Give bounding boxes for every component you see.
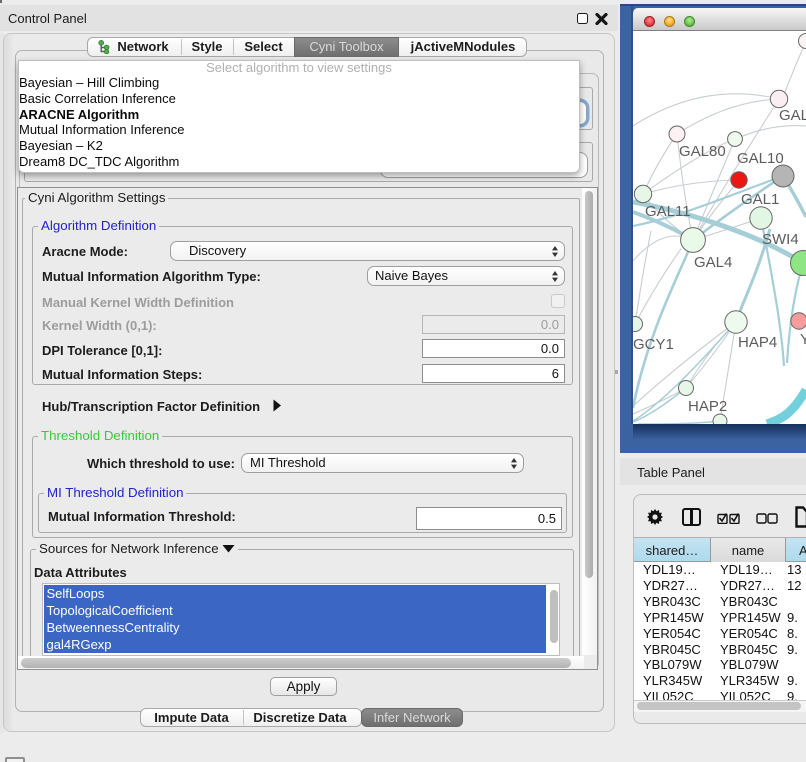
svg-text:HAP2: HAP2 [688,398,727,415]
svg-text:GAL80: GAL80 [679,143,726,160]
svg-text:Y: Y [800,331,806,348]
svg-text:GAL7: GAL7 [779,107,806,124]
svg-text:SWI4: SWI4 [762,231,799,248]
svg-text:GAL10: GAL10 [737,150,784,167]
svg-text:GAL4: GAL4 [694,254,732,271]
svg-text:GCY1: GCY1 [633,336,674,353]
svg-text:GAL11: GAL11 [645,203,691,220]
svg-text:GAL1: GAL1 [741,191,779,208]
svg-text:HAP4: HAP4 [738,334,777,351]
